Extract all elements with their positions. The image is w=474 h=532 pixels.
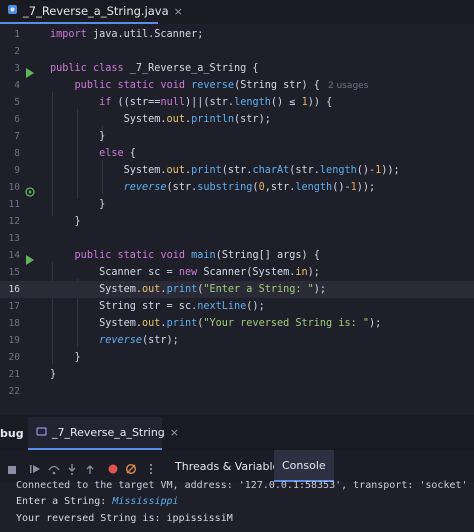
line-number: 16 [8, 284, 20, 295]
code-text: } [74, 352, 81, 363]
step-out-icon[interactable] [84, 460, 96, 474]
code-text: String str = sc.nextLine(); [99, 301, 265, 312]
debug-panel-label: bug [0, 427, 24, 440]
code-text: else { [99, 148, 136, 159]
line-number: 3 [14, 63, 20, 74]
line-number: 22 [8, 386, 20, 397]
line-number: 13 [8, 233, 20, 244]
line-number: 14 [8, 250, 20, 261]
editor-tab-bar: _7_Reverse_a_String.java × [0, 0, 474, 25]
code-text: System.out.println(str); [123, 114, 271, 125]
code-text: Scanner sc = new Scanner(System.in); [99, 267, 320, 278]
line-number: 21 [8, 369, 20, 380]
code-line[interactable]: 17 String str = sc.nextLine(); [0, 298, 474, 315]
line-number: 2 [14, 46, 20, 57]
code-text: System.out.print(str.charAt(str.length()… [123, 165, 400, 176]
code-line[interactable]: 21 } [0, 366, 474, 383]
line-number: 10 [8, 182, 20, 193]
line-number: 18 [8, 318, 20, 329]
code-line[interactable]: 7 } [0, 128, 474, 145]
line-number: 1 [14, 29, 20, 40]
line-number: 7 [14, 131, 20, 142]
code-line[interactable]: 22 [0, 383, 474, 400]
code-line[interactable]: 20 } [0, 349, 474, 366]
code-text: } [74, 216, 81, 227]
debug-toolbar: Threads & Variables Console [0, 450, 474, 482]
console-output[interactable]: Connected to the target VM, address: '12… [0, 480, 474, 532]
debug-tool-window-header: bug _7_Reverse_a_String × [0, 417, 474, 451]
code-text: public static void main(String[] args) { [74, 250, 320, 261]
code-text: public static void reverse(String str) {… [74, 80, 369, 91]
code-line[interactable]: 2 [0, 43, 474, 60]
close-tab-icon[interactable]: × [174, 5, 183, 18]
console-line: Your reversed String is: ippississiM [16, 513, 233, 524]
code-line[interactable]: 1 import java.util.Scanner; [0, 26, 474, 43]
line-number: 19 [8, 335, 20, 346]
java-file-icon [7, 4, 18, 18]
console-line: Connected to the target VM, address: '12… [16, 480, 468, 491]
line-number: 20 [8, 352, 20, 363]
code-text: } [99, 199, 106, 210]
code-line[interactable]: 10 reverse(str.substring(0,str.length()-… [0, 179, 474, 197]
code-line[interactable]: 18 System.out.print("Your reversed Strin… [0, 315, 474, 332]
code-text: System.out.print("Enter a String: "); [99, 284, 327, 295]
code-text: reverse(str.substring(0,str.length()-1))… [123, 182, 376, 193]
code-line[interactable]: 12 } [0, 213, 474, 230]
view-breakpoints-icon[interactable] [107, 460, 119, 474]
editor-tab-filename: _7_Reverse_a_String.java [23, 4, 169, 18]
line-number: 11 [8, 199, 20, 210]
run-config-icon [36, 426, 47, 440]
code-text: public class _7_Reverse_a_String { [50, 63, 259, 74]
line-number: 5 [14, 97, 20, 108]
code-line[interactable]: 11 } [0, 196, 474, 213]
code-text: System.out.print("Your reversed String i… [99, 318, 382, 329]
line-number: 9 [14, 165, 20, 176]
code-editor[interactable]: 1 import java.util.Scanner; 2 3 public c… [0, 24, 474, 415]
code-line[interactable]: 4 public static void reverse(String str)… [0, 77, 474, 94]
console-line: Enter a String: Mississippi [16, 496, 179, 507]
code-line[interactable]: 6 System.out.println(str); [0, 111, 474, 128]
stop-icon[interactable] [7, 460, 19, 474]
run-class-icon[interactable] [25, 63, 35, 78]
code-text: } [50, 369, 57, 380]
editor-tab-file[interactable]: _7_Reverse_a_String.java × [0, 0, 183, 24]
step-into-icon[interactable] [66, 460, 78, 475]
run-main-icon[interactable] [25, 250, 35, 265]
console-user-input: Mississippi [112, 496, 179, 507]
debug-session-tab[interactable]: _7_Reverse_a_String × [28, 417, 179, 450]
code-line[interactable]: 15 Scanner sc = new Scanner(System.in); [0, 264, 474, 281]
code-line[interactable]: 14 public static void main(String[] args… [0, 247, 474, 265]
code-line[interactable]: 8 else { [0, 145, 474, 162]
code-text: reverse(str); [99, 335, 179, 346]
code-text: } [99, 131, 106, 142]
code-line[interactable]: 3 public class _7_Reverse_a_String { [0, 60, 474, 78]
code-text: import java.util.Scanner; [50, 29, 204, 40]
line-number: 17 [8, 301, 20, 312]
more-options-icon[interactable] [145, 460, 157, 475]
code-line[interactable]: 9 System.out.print(str.charAt(str.length… [0, 162, 474, 179]
mute-breakpoints-icon[interactable] [125, 460, 137, 475]
line-number: 6 [14, 114, 20, 125]
line-number: 8 [14, 148, 20, 159]
line-number: 12 [8, 216, 20, 227]
code-line[interactable]: 13 [0, 230, 474, 247]
code-line[interactable]: 5 if ((str==null)||(str.length() ≤ 1)) { [0, 94, 474, 111]
code-line[interactable]: 19 reverse(str); [0, 332, 474, 349]
code-line-current[interactable]: 16 System.out.print("Enter a String: "); [0, 281, 474, 298]
line-number: 4 [14, 80, 20, 91]
code-text: if ((str==null)||(str.length() ≤ 1)) { [99, 97, 333, 108]
usages-hint: 2 usages [327, 81, 369, 91]
step-over-icon[interactable] [48, 460, 60, 475]
debug-session-name: _7_Reverse_a_String [52, 426, 165, 439]
close-session-icon[interactable]: × [170, 426, 179, 439]
recursive-call-icon [25, 182, 35, 197]
resume-icon[interactable] [29, 460, 41, 473]
line-number: 15 [8, 267, 20, 278]
tab-console[interactable]: Console [274, 450, 334, 482]
